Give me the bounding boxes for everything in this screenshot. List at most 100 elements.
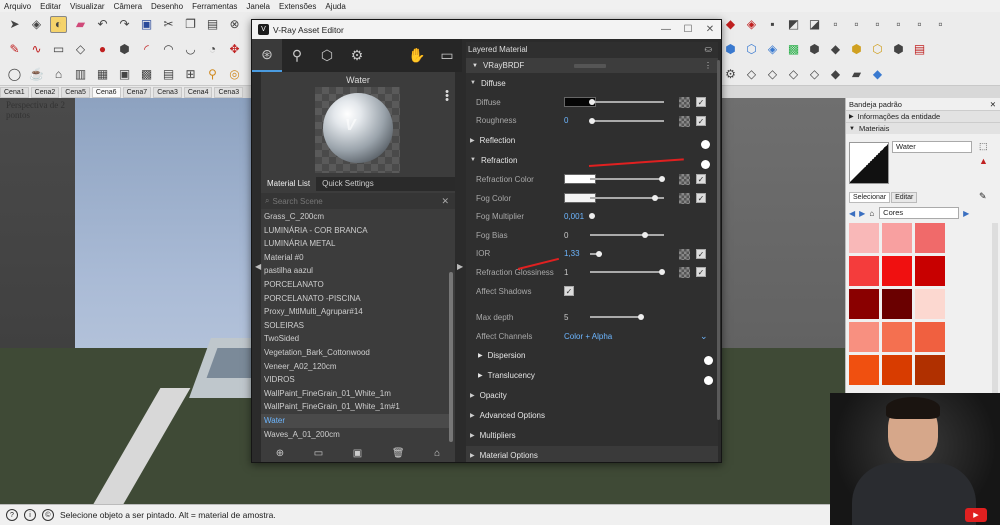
vraybrdf-layer[interactable]: ▼ VRayBRDF ⋮ [466,58,718,73]
outliner-icon[interactable]: ▤ [160,66,177,83]
color-swatch[interactable] [882,223,912,253]
max-depth-slider[interactable] [590,314,644,321]
vray-cube-4-icon[interactable]: ⬢ [806,41,823,58]
vray-box-2-icon[interactable]: ◇ [764,66,781,83]
list-item[interactable]: Proxy_MtlMulti_Agrupar#14 [261,305,451,319]
menu-desenho[interactable]: Desenho [151,2,183,11]
credits-icon[interactable]: © [42,509,54,521]
vray-render-icon[interactable]: ◆ [722,16,739,33]
pie-icon[interactable]: ◔ [204,41,221,58]
back-icon[interactable]: ◀ [849,209,855,218]
list-item[interactable]: VIDROS [261,373,451,387]
tab-editar[interactable]: Editar [891,192,918,203]
properties-scrollbar[interactable] [717,60,720,420]
menu-ferramentas[interactable]: Ferramentas [192,2,237,11]
color-swatch[interactable] [849,223,879,253]
tray-section-materials[interactable]: ▼ Materiais [846,122,1000,134]
refraction-color-checkbox[interactable]: ✓ [696,174,706,185]
scenes-icon[interactable]: ▩ [138,66,155,83]
chevron-down-icon[interactable]: ⌄ [700,331,708,342]
color-swatch[interactable] [915,355,945,385]
eraser-icon[interactable]: ▰ [72,16,89,33]
create-material-icon[interactable]: ⬚ [979,141,988,152]
section-advanced[interactable]: ▶ Advanced Options [466,406,718,426]
collapse-mid-icon[interactable]: ▶ [457,262,463,271]
list-item[interactable]: Veneer_A02_120cm [261,360,451,374]
select-tool-icon[interactable]: ➤ [6,16,23,33]
color-swatch[interactable] [915,289,945,319]
materials-tab-icon[interactable]: ⊛ [252,39,282,72]
arc-2-icon[interactable]: ◠ [160,41,177,58]
scene-tab[interactable]: Cena3 [214,86,244,98]
section-multipliers[interactable]: ▶ Multipliers [466,426,718,446]
vray-box-4-icon[interactable]: ◇ [806,66,823,83]
vray-light-icon[interactable]: ◩ [785,16,802,33]
component-icon[interactable]: ◈ [28,16,45,33]
color-swatch[interactable] [849,322,879,352]
home-icon[interactable]: ⌂ [869,209,874,218]
redo-icon[interactable]: ↷ [116,16,133,33]
vray-box-3-icon[interactable]: ◇ [785,66,802,83]
list-item[interactable]: Grass_C_200cm [261,210,451,224]
fog-multiplier-slider[interactable] [589,213,664,220]
section-translucency[interactable]: ▶ Translucency [466,366,718,386]
scene-tab[interactable]: Cena4 [183,86,213,98]
search-input[interactable]: ⌕ Search Scene ✕ [261,193,455,209]
scene-tab[interactable]: Cena2 [30,86,60,98]
vray-grid-3-icon[interactable]: ▫ [869,16,886,33]
preview-menu-icon[interactable]: • • • [445,87,449,106]
ior-checkbox[interactable]: ✓ [696,248,706,259]
section-opacity[interactable]: ▶ Opacity [466,386,718,406]
shadow-icon[interactable]: ⊞ [182,66,199,83]
fog-bias-slider[interactable] [590,231,664,238]
vray-cube-light-icon[interactable]: ⬡ [743,41,760,58]
vray-camera-icon[interactable]: ◪ [806,16,823,33]
delete-icon[interactable]: ⊗ [226,16,243,33]
color-swatch[interactable] [915,256,945,286]
sun-icon[interactable]: ◎ [226,66,243,83]
list-item[interactable]: LUMINÁRIA - COR BRANCA [261,224,451,238]
texture-slot-icon[interactable] [679,174,690,186]
tab-selecionar[interactable]: Selecionar [849,192,891,203]
close-icon[interactable]: ✕ [699,24,721,35]
vray-box-7-icon[interactable]: ◆ [869,66,886,83]
vray-interactive-icon[interactable]: ◈ [743,16,760,33]
brdf-menu-icon[interactable]: ⋮ [704,61,712,70]
vray-cube-8-icon[interactable]: ⬢ [890,41,907,58]
library-select[interactable]: Cores [879,207,960,219]
menu-ajuda[interactable]: Ajuda [325,2,345,11]
add-material-icon[interactable]: ⊕ [276,448,284,459]
cut-icon[interactable]: ✂ [160,16,177,33]
render-tools-icon[interactable]: ✋ [402,39,432,72]
vray-cube-7-icon[interactable]: ⬡ [869,41,886,58]
scene-tab[interactable]: Cena7 [122,86,152,98]
list-item[interactable]: Material #0 [261,251,451,265]
circle-icon[interactable]: ● [94,41,111,58]
rectangle-icon[interactable]: ▭ [50,41,67,58]
copy-icon[interactable]: ❐ [182,16,199,33]
lights-tab-icon[interactable]: ⚲ [282,39,312,72]
save-icon[interactable]: ▣ [138,16,155,33]
ior-slider[interactable] [590,250,602,257]
menu-visualizar[interactable]: Visualizar [70,2,105,11]
list-item[interactable]: WallPaint_FineGrain_01_White_1m [261,387,451,401]
color-swatch[interactable] [882,322,912,352]
texture-slot-icon[interactable] [679,192,690,204]
vray-grid-icon[interactable]: ▤ [911,41,928,58]
color-swatch[interactable] [849,355,879,385]
material-link-icon[interactable]: ⛀ [704,44,712,55]
section-refraction[interactable]: ▼ Refraction [466,150,718,170]
details-icon[interactable]: ▶ [963,209,969,218]
list-item[interactable]: SOLEIRAS [261,319,451,333]
list-item[interactable]: PORCELANATO [261,278,451,292]
warehouse-icon[interactable]: ⌂ [50,66,67,83]
minimize-icon[interactable]: — [655,24,677,35]
list-item[interactable]: PORCELANATO -PISCINA [261,292,451,306]
section-reflection[interactable]: ▶ Reflection [466,130,718,150]
open-folder-icon[interactable]: ▭ [314,448,323,459]
color-swatch[interactable] [882,289,912,319]
arc-3-icon[interactable]: ◡ [182,41,199,58]
vray-cube-5-icon[interactable]: ◆ [827,41,844,58]
glossiness-checkbox[interactable]: ✓ [696,267,706,278]
rotated-rect-icon[interactable]: ◇ [72,41,89,58]
